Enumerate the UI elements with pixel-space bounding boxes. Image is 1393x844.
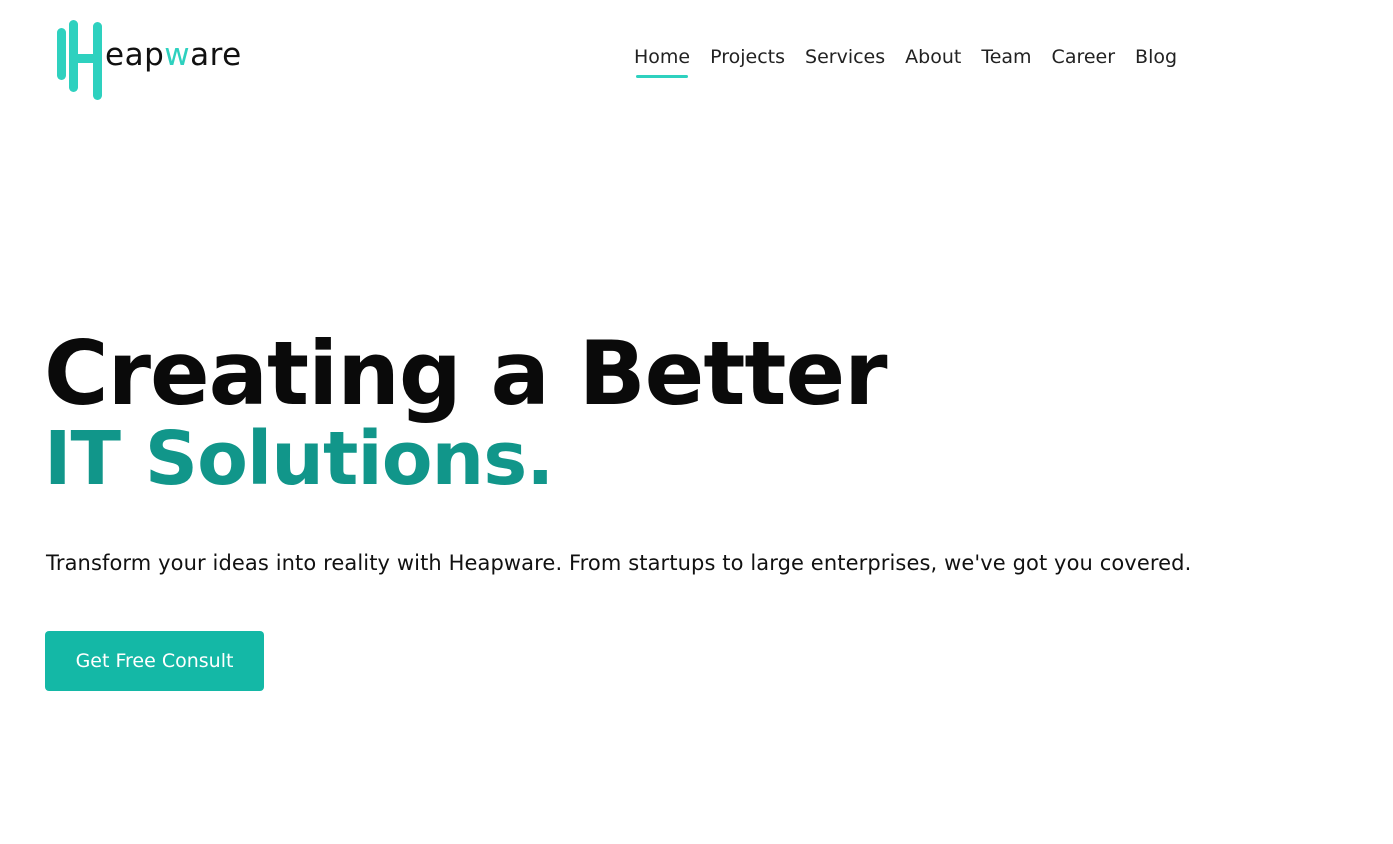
main-nav: Home Projects Services About Team Career… xyxy=(624,44,1187,78)
nav-item-career[interactable]: Career xyxy=(1042,44,1126,78)
brand-logo[interactable]: eapware xyxy=(56,20,241,102)
brand-name: eapware xyxy=(105,37,242,73)
nav-item-about[interactable]: About xyxy=(895,44,971,78)
brand-name-suffix: are xyxy=(190,37,242,73)
nav-item-home[interactable]: Home xyxy=(624,44,700,78)
hero-title-highlight: IT Solutions. xyxy=(44,416,554,502)
hero-subtitle: Transform your ideas into reality with H… xyxy=(46,551,1192,575)
nav-item-services[interactable]: Services xyxy=(795,44,895,78)
logo-h-icon xyxy=(56,20,104,102)
nav-item-projects[interactable]: Projects xyxy=(700,44,795,78)
get-free-consult-button[interactable]: Get Free Consult xyxy=(45,631,264,691)
site-header: eapware Home Projects Services About Tea… xyxy=(0,0,1393,110)
page: eapware Home Projects Services About Tea… xyxy=(0,0,1393,844)
nav-item-team[interactable]: Team xyxy=(971,44,1041,78)
hero-title: Creating a Better xyxy=(44,322,888,425)
nav-item-blog[interactable]: Blog xyxy=(1125,44,1187,78)
brand-name-prefix: eap xyxy=(105,37,165,73)
brand-name-accent: w xyxy=(164,37,191,73)
